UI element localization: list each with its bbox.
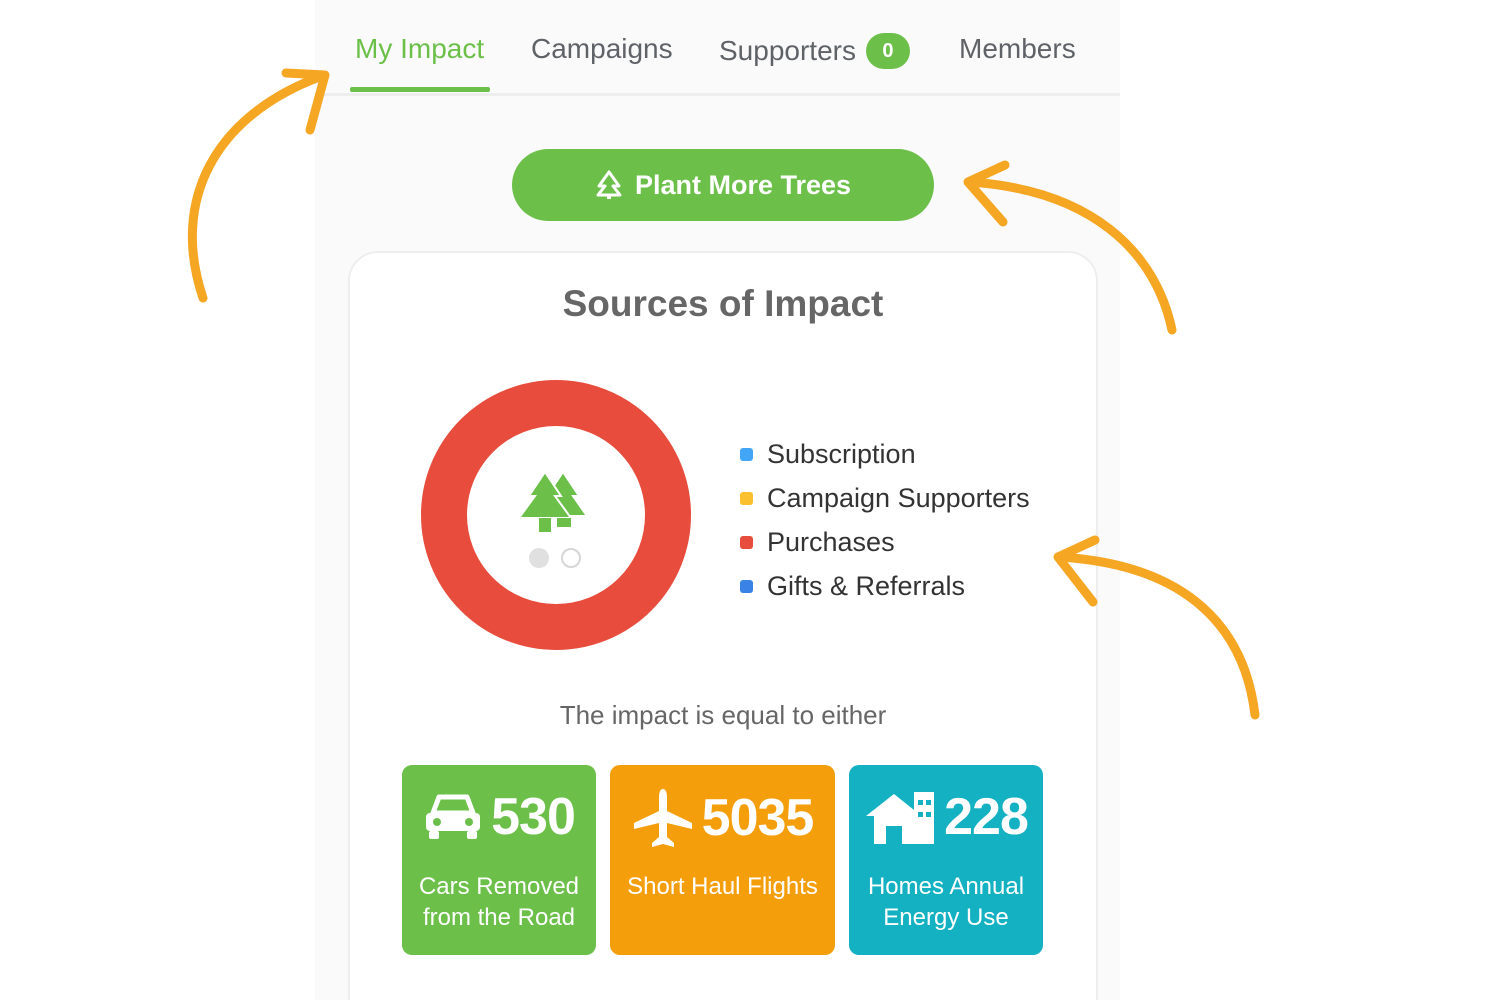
stat-tile-cars: 530 Cars Removed from the Road — [402, 765, 596, 955]
supporters-count-badge: 0 — [865, 33, 910, 69]
legend-label: Purchases — [767, 526, 895, 557]
legend-label: Gifts & Referrals — [767, 570, 966, 601]
tab-campaigns[interactable]: Campaigns — [531, 33, 673, 65]
tab-supporters-label: Supporters — [719, 35, 856, 66]
legend-label: Campaign Supporters — [767, 482, 1030, 513]
tab-my-impact[interactable]: My Impact — [355, 33, 484, 65]
legend-item-gifts-referrals: Gifts & Referrals — [740, 564, 1030, 608]
impact-equivalence-caption: The impact is equal to either — [559, 700, 887, 730]
stat-value: 228 — [944, 788, 1029, 846]
legend-swatch — [740, 579, 753, 593]
stat-label: Short Haul Flights — [614, 871, 831, 902]
legend-item-purchases: Purchases — [740, 520, 1030, 564]
legend-swatch — [740, 491, 753, 505]
airplane-icon — [633, 789, 692, 847]
arrow-to-my-impact-tab — [187, 71, 327, 303]
active-tab-indicator — [350, 87, 490, 92]
plant-more-trees-button[interactable]: Plant More Trees — [512, 149, 934, 221]
stat-label-line: from the Road — [422, 904, 576, 931]
stat-label-line: Cars Removed — [418, 873, 580, 900]
stat-tile-flights: 5035 Short Haul Flights — [610, 765, 835, 955]
forest-icon — [517, 470, 589, 532]
home-icon — [866, 792, 935, 844]
stat-label: Homes Annual Energy Use — [853, 871, 1039, 933]
stat-label: Cars Removed from the Road — [406, 871, 592, 933]
card-title: Sources of Impact — [562, 283, 884, 324]
tab-members[interactable]: Members — [959, 33, 1076, 65]
stat-label-line: Short Haul Flights — [627, 873, 818, 900]
car-icon — [426, 794, 481, 839]
chart-pager-dots — [529, 548, 581, 568]
legend-swatch — [740, 447, 753, 461]
tree-icon — [596, 170, 622, 199]
impact-donut-chart — [421, 380, 691, 650]
pager-dot-active[interactable] — [529, 548, 549, 568]
pager-dot-inactive[interactable] — [561, 548, 581, 568]
tab-supporters[interactable]: Supporters 0 — [719, 33, 910, 69]
stat-label-line: Homes Annual — [867, 873, 1025, 900]
stat-value: 5035 — [701, 789, 815, 847]
legend-swatch — [740, 535, 753, 549]
stat-label-line: Energy Use — [883, 904, 1009, 931]
stat-tile-homes: 228 Homes Annual Energy Use — [849, 765, 1043, 955]
legend-label: Subscription — [767, 438, 916, 469]
chart-legend: Subscription Campaign Supporters Purchas… — [740, 432, 1030, 608]
plant-more-trees-label: Plant More Trees — [634, 169, 852, 200]
legend-item-campaign-supporters: Campaign Supporters — [740, 476, 1030, 520]
stat-value: 530 — [491, 788, 576, 846]
legend-item-subscription: Subscription — [740, 432, 1030, 476]
